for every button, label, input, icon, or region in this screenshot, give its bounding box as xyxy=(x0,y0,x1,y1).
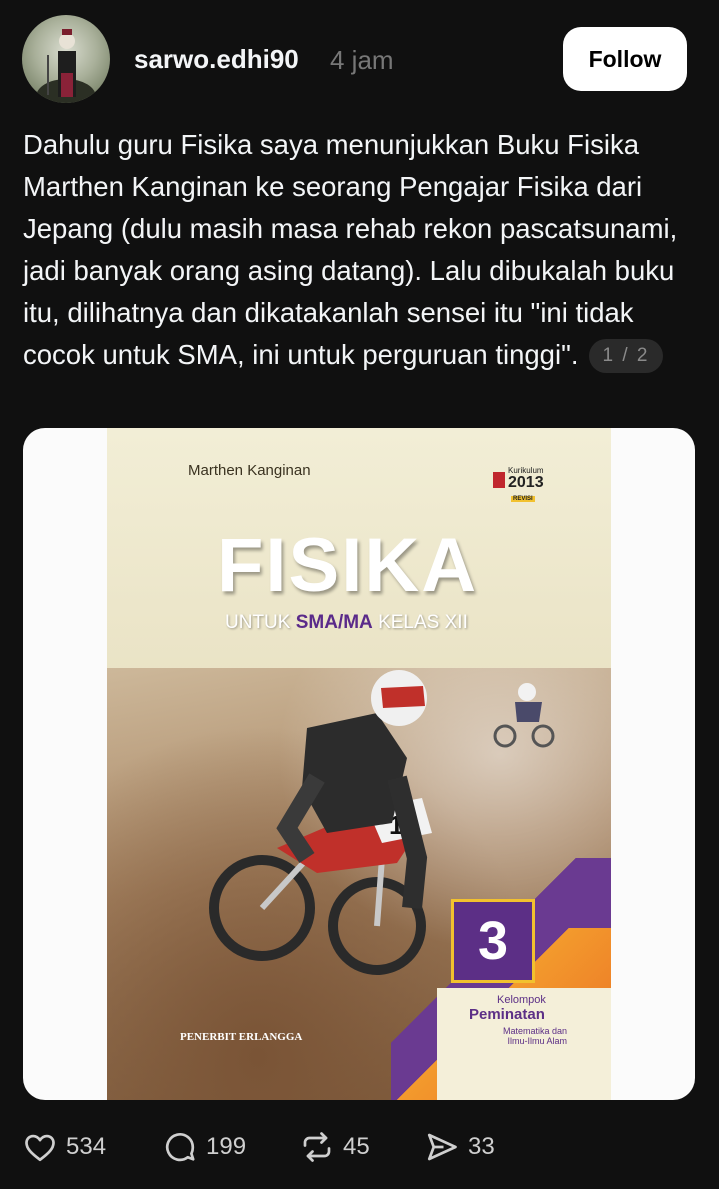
subtitle-post: KELAS XII xyxy=(372,612,468,633)
matematika-line-2: Ilmu-Ilmu Alam xyxy=(507,1036,567,1046)
repost-icon xyxy=(303,1132,331,1162)
book-subtitle: UNTUK SMA/MA KELAS XII xyxy=(225,612,468,634)
book-cover: 1 Marthen Kanginan Kurikulum 2013 REVISI… xyxy=(107,428,611,1100)
repost-button[interactable]: 45 xyxy=(299,1127,370,1167)
book-title: FISIKA xyxy=(217,523,479,608)
subtitle-pre: UNTUK xyxy=(225,612,296,633)
heart-icon xyxy=(25,1134,55,1162)
action-bar: 534 199 45 33 xyxy=(22,1127,542,1167)
page-indicator: 1 / 2 xyxy=(588,339,664,373)
book-author: Marthen Kanginan xyxy=(188,462,311,479)
share-button[interactable]: 33 xyxy=(424,1127,495,1167)
volume-number: 3 xyxy=(451,899,535,983)
kurikulum-logo: Kurikulum 2013 REVISI xyxy=(493,458,553,508)
comment-icon xyxy=(165,1133,195,1162)
book-icon xyxy=(493,472,505,488)
share-icon xyxy=(427,1133,457,1161)
reply-button[interactable]: 199 xyxy=(162,1127,246,1167)
avatar[interactable] xyxy=(22,15,110,103)
like-count: 534 xyxy=(66,1133,107,1160)
post-body: Dahulu guru Fisika saya menunjukkan Buku… xyxy=(23,129,678,370)
background-rider-illustration xyxy=(493,683,555,748)
kelompok-label: Kelompok xyxy=(497,994,546,1006)
kurikulum-revisi: REVISI xyxy=(511,496,535,502)
matematika-line-1: Matematika dan xyxy=(502,1026,567,1036)
subtitle-em: SMA/MA xyxy=(295,612,373,633)
matematika-label: Matematika dan Ilmu-Ilmu Alam xyxy=(487,1026,567,1046)
post-image[interactable]: 1 Marthen Kanginan Kurikulum 2013 REVISI… xyxy=(23,428,695,1100)
share-count: 33 xyxy=(468,1133,495,1160)
like-button[interactable]: 534 xyxy=(22,1127,106,1167)
follow-button[interactable]: Follow xyxy=(563,27,687,91)
post-text: Dahulu guru Fisika saya menunjukkan Buku… xyxy=(23,124,683,376)
username[interactable]: sarwo.edhi90 xyxy=(134,44,299,75)
kurikulum-year: 2013 xyxy=(508,474,544,491)
repost-count: 45 xyxy=(343,1133,370,1160)
post-time: 4 jam xyxy=(330,45,394,75)
peminatan-label: Peminatan xyxy=(469,1006,545,1023)
reply-count: 199 xyxy=(206,1133,247,1160)
publisher: PENERBIT ERLANGGA xyxy=(180,1031,303,1043)
